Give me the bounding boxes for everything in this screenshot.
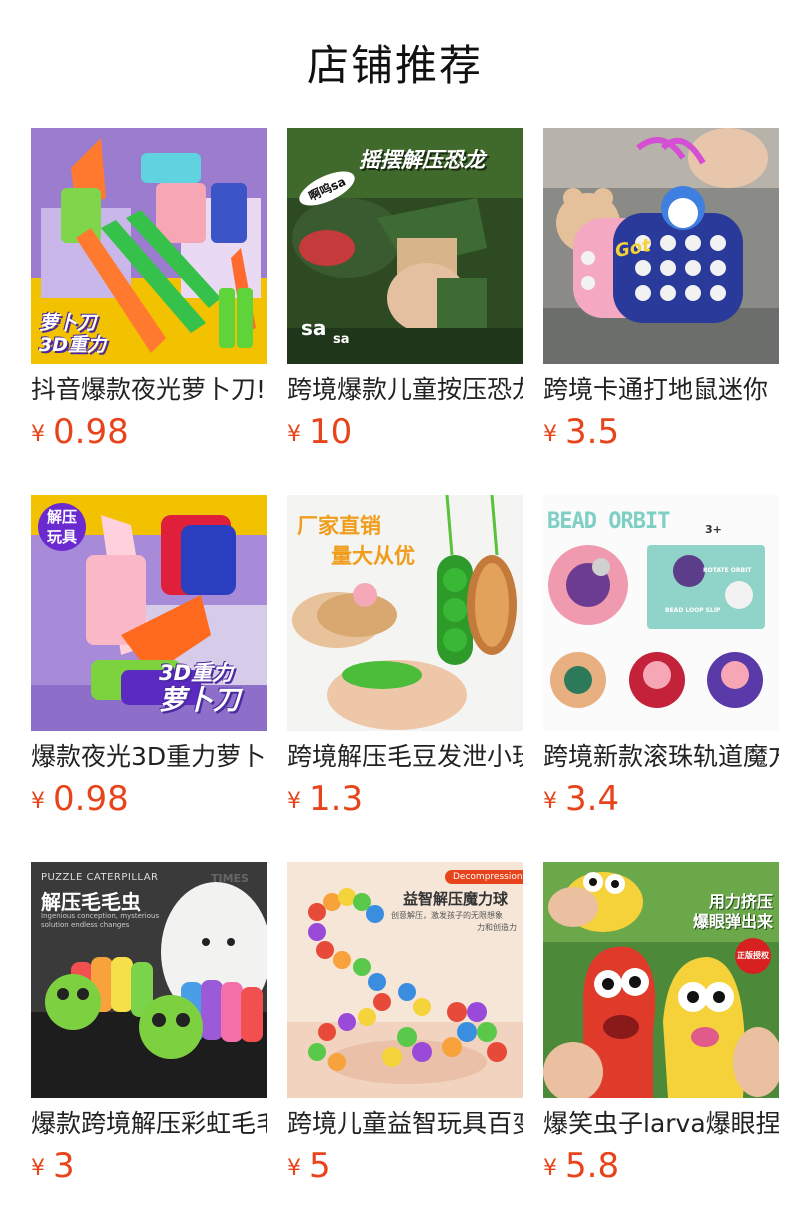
image-caption: TIMES [211,872,249,885]
image-caption: sa [301,316,327,340]
image-badge: 正版授权 [735,938,771,974]
currency-symbol: ¥ [543,789,557,814]
product-price: ¥3.5 [543,412,619,452]
product-image[interactable]: 厂家直销 量大从优 [287,495,523,731]
image-caption: ROTATE ORBIT [703,567,752,574]
image-caption: 量大从优 [331,544,415,568]
product-card[interactable]: 解压 玩具 3D重力 萝卜刀 爆款夜光3D重力萝卜 ¥0.98 [31,495,267,862]
product-price: ¥5 [287,1146,331,1186]
image-caption: 创意解压，激发孩子的无限想象 [391,911,503,920]
product-card[interactable]: Decompression 益智解压魔力球 创意解压，激发孩子的无限想象 力和创… [287,862,523,1229]
product-image[interactable]: 用力挤压 爆眼弹出来 正版授权 [543,862,779,1098]
product-price: ¥5.8 [543,1146,619,1186]
currency-symbol: ¥ [543,1156,557,1181]
image-caption: sa [333,332,350,347]
product-image[interactable]: 解压 玩具 3D重力 萝卜刀 [31,495,267,731]
product-card[interactable]: Got 跨境卡通打地鼠迷你 ¥3.5 [543,128,779,495]
image-caption: PUZZLE CATERPILLAR [41,872,159,883]
image-caption: 3D重力 [159,661,234,685]
image-headline: BEAD ORBIT [547,509,670,534]
price-value: 0.98 [53,779,129,819]
price-value: 0.98 [53,412,129,452]
product-image[interactable]: BEAD ORBIT 3+ ROTATE ORBIT BEAD LOOP SLI… [543,495,779,731]
product-price: ¥3.4 [543,779,619,819]
image-caption: 爆眼弹出来 [692,912,773,931]
product-price: ¥3 [31,1146,75,1186]
product-name[interactable]: 爆款夜光3D重力萝卜 [31,741,267,773]
price-value: 3.4 [565,779,620,819]
image-badge: 玩具 [46,528,77,546]
product-card[interactable]: 用力挤压 爆眼弹出来 正版授权 爆笑虫子larva爆眼捏 ¥5.8 [543,862,779,1229]
product-price: ¥0.98 [31,412,129,452]
image-caption: solution endless changes [41,921,130,929]
product-image[interactable]: Got [543,128,779,364]
currency-symbol: ¥ [31,1156,45,1181]
product-name[interactable]: 跨境解压毛豆发泄小玩 [287,741,523,773]
price-value: 1.3 [309,779,364,819]
product-card[interactable]: BEAD ORBIT 3+ ROTATE ORBIT BEAD LOOP SLI… [543,495,779,862]
product-price: ¥10 [287,412,352,452]
image-caption: 3D重力 [39,334,106,356]
image-caption: 用力挤压 [708,892,773,911]
product-card[interactable]: 厂家直销 量大从优 跨境解压毛豆发泄小玩 ¥1.3 [287,495,523,862]
product-price: ¥0.98 [31,779,129,819]
currency-symbol: ¥ [287,789,301,814]
currency-symbol: ¥ [543,422,557,447]
price-value: 3.5 [565,412,620,452]
product-name[interactable]: 跨境卡通打地鼠迷你 [543,374,779,406]
price-value: 5 [309,1146,331,1186]
image-caption: 萝卜刀 [39,312,97,334]
product-image[interactable]: 萝卜刀 3D重力 [31,128,267,364]
price-value: 10 [309,412,353,452]
product-price: ¥1.3 [287,779,363,819]
page-title: 店铺推荐 [306,41,483,90]
image-caption: Ingenious conception, mysterious [41,912,160,920]
product-name[interactable]: 爆款跨境解压彩虹毛毛 [31,1108,267,1140]
currency-symbol: ¥ [287,1156,301,1181]
image-headline: 益智解压魔力球 [403,890,509,908]
currency-symbol: ¥ [31,789,45,814]
currency-symbol: ¥ [31,422,45,447]
product-name[interactable]: 爆笑虫子larva爆眼捏 [543,1108,779,1140]
image-caption: 萝卜刀 [159,685,240,716]
product-grid: 萝卜刀 3D重力 抖音爆款夜光萝卜刀! ¥0.98 摇摆解压恐龙 啊呜sa sa… [31,128,779,1229]
image-caption: 厂家直销 [297,514,381,538]
image-badge: 解压 [46,508,77,526]
product-card[interactable]: 摇摆解压恐龙 啊呜sa sa sa 跨境爆款儿童按压恐龙 ¥10 [287,128,523,495]
price-value: 5.8 [565,1146,620,1186]
image-caption: BEAD LOOP SLIP [665,607,721,614]
image-headline: 解压毛毛虫 [41,890,141,914]
image-headline: 摇摆解压恐龙 [359,148,485,172]
product-name[interactable]: 抖音爆款夜光萝卜刀! [31,374,267,406]
product-name[interactable]: 跨境新款滚珠轨道魔方 [543,741,779,773]
product-image[interactable]: 摇摆解压恐龙 啊呜sa sa sa [287,128,523,364]
product-name[interactable]: 跨境儿童益智玩具百变 [287,1108,523,1140]
product-card[interactable]: PUZZLE CATERPILLAR 解压毛毛虫 Ingenious conce… [31,862,267,1229]
image-badge: Decompression [445,870,523,884]
price-value: 3 [53,1146,75,1186]
product-image[interactable]: Decompression 益智解压魔力球 创意解压，激发孩子的无限想象 力和创… [287,862,523,1098]
currency-symbol: ¥ [287,422,301,447]
product-name[interactable]: 跨境爆款儿童按压恐龙 [287,374,523,406]
product-card[interactable]: 萝卜刀 3D重力 抖音爆款夜光萝卜刀! ¥0.98 [31,128,267,495]
image-caption: 力和创造力 [477,923,517,932]
image-badge: 3+ [705,523,722,536]
product-image[interactable]: PUZZLE CATERPILLAR 解压毛毛虫 Ingenious conce… [31,862,267,1098]
